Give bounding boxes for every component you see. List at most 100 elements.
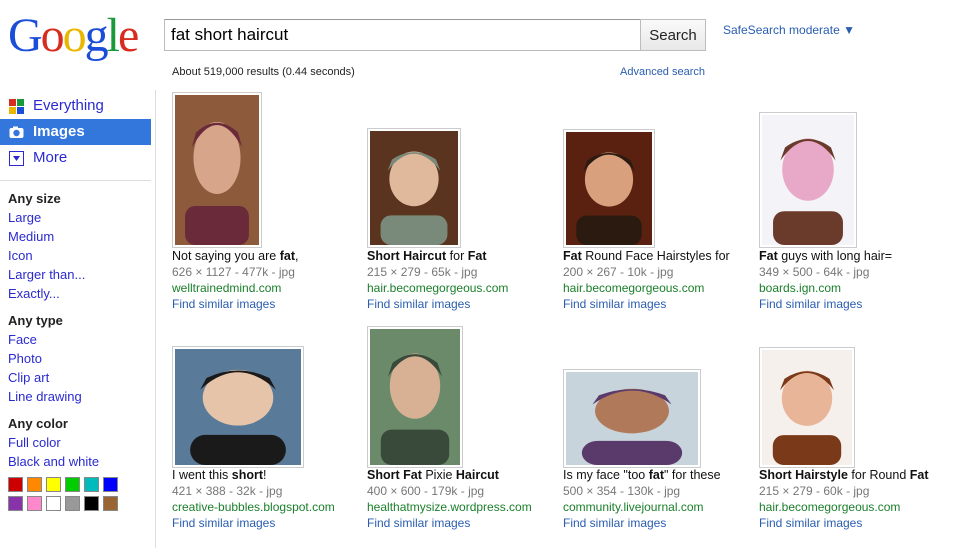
result-title[interactable]: Not saying you are fat, — [172, 248, 362, 264]
result-url[interactable]: healthatmysize.wordpress.com — [367, 499, 557, 515]
color-swatch[interactable] — [27, 496, 42, 511]
result-url[interactable]: boards.ign.com — [759, 280, 949, 296]
nav-item-more[interactable]: More — [0, 145, 151, 171]
color-swatch[interactable] — [46, 496, 61, 511]
nav-item-label: More — [33, 149, 68, 166]
result-title-text: guys with long hair= — [777, 249, 893, 263]
result-thumbnail[interactable] — [759, 347, 855, 468]
result-title[interactable]: Fat Round Face Hairstyles for — [563, 248, 753, 264]
result-thumbnail[interactable] — [759, 112, 857, 248]
filter-type-heading: Any type — [8, 313, 63, 328]
filter-color-full[interactable]: Full color — [8, 433, 148, 452]
result-url[interactable]: hair.becomegorgeous.com — [759, 499, 949, 515]
nav-item-everything[interactable]: Everything — [0, 93, 151, 119]
result-title[interactable]: Fat guys with long hair= — [759, 248, 949, 264]
result-thumbnail[interactable] — [172, 92, 262, 248]
result-title-bold: short — [231, 468, 263, 482]
color-swatch[interactable] — [84, 496, 99, 511]
color-swatch[interactable] — [27, 477, 42, 492]
result-url[interactable]: hair.becomegorgeous.com — [367, 280, 557, 296]
result-title-bold: Fat — [467, 249, 487, 263]
result-thumbnail[interactable] — [367, 128, 461, 248]
nav-item-label: Everything — [33, 97, 104, 114]
find-similar-link[interactable]: Find similar images — [172, 296, 362, 312]
filter-color-bw[interactable]: Black and white — [8, 452, 148, 471]
result-url[interactable]: hair.becomegorgeous.com — [563, 280, 753, 296]
color-swatch[interactable] — [84, 477, 99, 492]
color-swatch[interactable] — [8, 477, 23, 492]
left-nav: Everything Images More — [0, 93, 151, 171]
google-logo[interactable]: Google — [8, 6, 139, 66]
find-similar-link[interactable]: Find similar images — [367, 515, 557, 531]
result-meta: 400 × 600 - 179k - jpg — [367, 484, 485, 498]
color-swatch[interactable] — [65, 496, 80, 511]
result-meta: 349 × 500 - 64k - jpg — [759, 265, 870, 279]
find-similar-link[interactable]: Find similar images — [759, 515, 949, 531]
photo-image — [175, 95, 259, 245]
result-title-text: ! — [263, 468, 267, 482]
filter-size-exactly[interactable]: Exactly... — [8, 284, 148, 303]
result-title-text: for Round — [847, 468, 910, 482]
filter-type-line-drawing[interactable]: Line drawing — [8, 387, 148, 406]
nav-item-images[interactable]: Images — [0, 119, 151, 145]
result-title-text: " for these — [664, 468, 721, 482]
result-title-bold: Haircut — [455, 468, 499, 482]
result-url[interactable]: community.livejournal.com — [563, 499, 753, 515]
result-title-text: Pixie — [421, 468, 456, 482]
filter-type-photo[interactable]: Photo — [8, 349, 148, 368]
result-meta: 215 × 279 - 60k - jpg — [759, 484, 870, 498]
advanced-search-link[interactable]: Advanced search — [620, 66, 705, 78]
result-meta: 500 × 354 - 130k - jpg — [563, 484, 681, 498]
result-title[interactable]: Short Fat Pixie Haircut — [367, 467, 557, 483]
find-similar-link[interactable]: Find similar images — [759, 296, 949, 312]
nav-divider — [0, 180, 151, 181]
find-similar-link[interactable]: Find similar images — [172, 515, 362, 531]
result-title[interactable]: Short Haircut for Fat — [367, 248, 557, 264]
result-item: Not saying you are fat, 626 × 1127 - 477k… — [172, 248, 362, 312]
result-title-bold: Short Haircut — [367, 249, 447, 263]
search-filters: Any size Large Medium Icon Larger than..… — [8, 189, 148, 511]
color-swatch[interactable] — [8, 496, 23, 511]
result-meta: 421 × 388 - 32k - jpg — [172, 484, 283, 498]
result-url[interactable]: welltrainedmind.com — [172, 280, 362, 296]
photo-image — [370, 131, 458, 245]
result-thumbnail[interactable] — [563, 369, 701, 468]
search-button[interactable]: Search — [640, 19, 706, 51]
result-thumbnail[interactable] — [563, 129, 655, 248]
result-thumbnail[interactable] — [367, 326, 463, 468]
result-title[interactable]: Is my face "too fat" for these — [563, 467, 753, 483]
result-title-bold: Fat — [563, 249, 582, 263]
filter-type-face[interactable]: Face — [8, 330, 148, 349]
result-item: Short Fat Pixie Haircut 400 × 600 - 179k … — [367, 467, 557, 531]
search-input[interactable] — [164, 19, 642, 51]
photo-image — [566, 132, 652, 245]
filter-size-larger-than[interactable]: Larger than... — [8, 265, 148, 284]
color-swatch[interactable] — [103, 477, 118, 492]
result-title-bold: Fat — [909, 468, 929, 482]
result-item: Short Hairstyle for Round Fat 215 × 279 -… — [759, 467, 949, 531]
result-title-bold: Fat — [759, 249, 778, 263]
find-similar-link[interactable]: Find similar images — [563, 515, 753, 531]
result-meta: 626 × 1127 - 477k - jpg — [172, 265, 295, 279]
filter-type-clip-art[interactable]: Clip art — [8, 368, 148, 387]
filter-size-large[interactable]: Large — [8, 208, 148, 227]
result-title[interactable]: Short Hairstyle for Round Fat — [759, 467, 949, 483]
filter-size-medium[interactable]: Medium — [8, 227, 148, 246]
color-swatch[interactable] — [46, 477, 61, 492]
result-title[interactable]: I went this short! — [172, 467, 362, 483]
camera-icon — [9, 126, 24, 138]
photo-image — [175, 349, 301, 465]
vertical-divider — [155, 90, 156, 548]
result-title-text: Not saying you are — [172, 249, 280, 263]
result-url[interactable]: creative-bubbles.blogspot.com — [172, 499, 362, 515]
filter-size-icon[interactable]: Icon — [8, 246, 148, 265]
color-swatch[interactable] — [103, 496, 118, 511]
photo-image — [566, 372, 698, 465]
safesearch-dropdown[interactable]: SafeSearch moderate ▼ — [723, 23, 855, 37]
result-thumbnail[interactable] — [172, 346, 304, 468]
find-similar-link[interactable]: Find similar images — [563, 296, 753, 312]
result-meta: 215 × 279 - 65k - jpg — [367, 265, 478, 279]
color-swatch[interactable] — [65, 477, 80, 492]
result-title-bold: fat — [648, 468, 664, 482]
find-similar-link[interactable]: Find similar images — [367, 296, 557, 312]
